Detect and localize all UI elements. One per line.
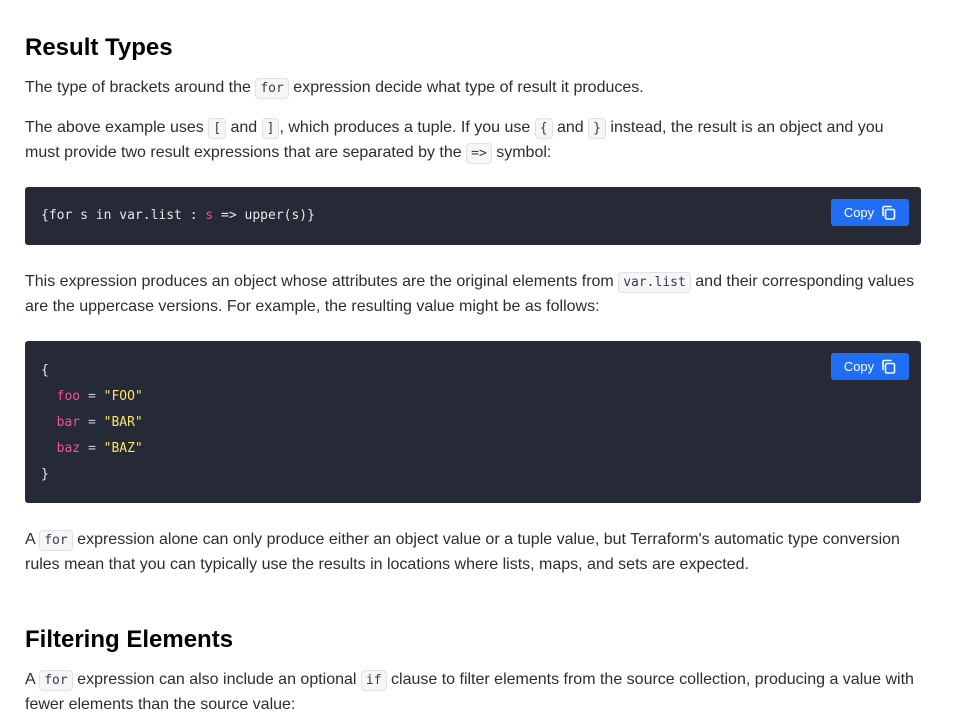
text: expression decide what type of result it… (288, 79, 644, 96)
code-token-brace-close: } (41, 467, 49, 482)
code-token-operator: = (87, 441, 96, 456)
code-block-object-for: {for s in var.list : s => upper(s)} Copy (25, 187, 921, 245)
paragraph-type-conversion: A for expression alone can only produce … (25, 528, 921, 577)
copy-icon (882, 205, 896, 220)
paragraph-filtering-intro: A for expression can also include an opt… (25, 668, 921, 717)
text: expression can also include an optional (72, 671, 361, 688)
text: and (226, 119, 262, 136)
copy-button-label: Copy (843, 205, 875, 220)
code-content: {for s in var.list : s => upper(s)} (41, 203, 315, 229)
copy-button-label: Copy (843, 359, 875, 374)
inline-code-for: for (39, 530, 73, 551)
text: and (552, 119, 589, 136)
copy-icon (882, 359, 896, 374)
code-token-key: bar (56, 415, 81, 430)
code-token: {for s in var.list : (41, 208, 206, 223)
paragraph-brackets-explanation: The above example uses [ and ], which pr… (25, 116, 921, 166)
paragraph-expression-result: This expression produces an object whose… (25, 270, 921, 319)
text: The type of brackets around the (25, 79, 256, 96)
code-token-operator: = (87, 389, 96, 404)
inline-code-close-brace: } (588, 118, 606, 139)
inline-code-if: if (360, 670, 387, 691)
code-token-string: "FOO" (103, 389, 143, 404)
code-token-brace-open: { (41, 363, 49, 378)
text: This expression produces an object whose… (25, 273, 619, 290)
inline-code-for: for (39, 670, 73, 691)
paragraph-result-types-intro: The type of brackets around the for expr… (25, 76, 921, 101)
text: A (25, 671, 40, 688)
text: expression alone can only produce either… (25, 531, 900, 573)
code-block-result-value: { foo = "FOO" bar = "BAR" baz = "BAZ" } … (25, 341, 921, 503)
inline-code-close-bracket: ] (261, 118, 280, 139)
code-token-key: foo (56, 389, 81, 404)
inline-code-for: for (255, 78, 289, 99)
code-token-key: baz (56, 441, 81, 456)
inline-code-var-list: var.list (618, 272, 691, 293)
inline-code-open-brace: { (534, 118, 553, 139)
copy-button[interactable]: Copy (831, 199, 909, 226)
code-token-operator: = (87, 415, 96, 430)
heading-result-types: Result Types (25, 34, 173, 61)
code-token-string: "BAZ" (103, 441, 143, 456)
heading-filtering-elements: Filtering Elements (25, 626, 234, 653)
docs-page: Result Types The type of brackets around… (0, 0, 967, 719)
code-token-string: "BAR" (103, 415, 143, 430)
text: , which produces a tuple. If you use (279, 119, 535, 136)
inline-code-arrow: => (466, 143, 492, 164)
text: symbol: (491, 144, 552, 161)
inline-code-open-bracket: [ (208, 118, 227, 139)
code-content: { foo = "FOO" bar = "BAR" baz = "BAZ" } (41, 358, 143, 488)
code-token: => upper(s)} (213, 208, 315, 223)
text: A (25, 531, 40, 548)
copy-button[interactable]: Copy (831, 353, 909, 380)
text: The above example uses (25, 119, 209, 136)
